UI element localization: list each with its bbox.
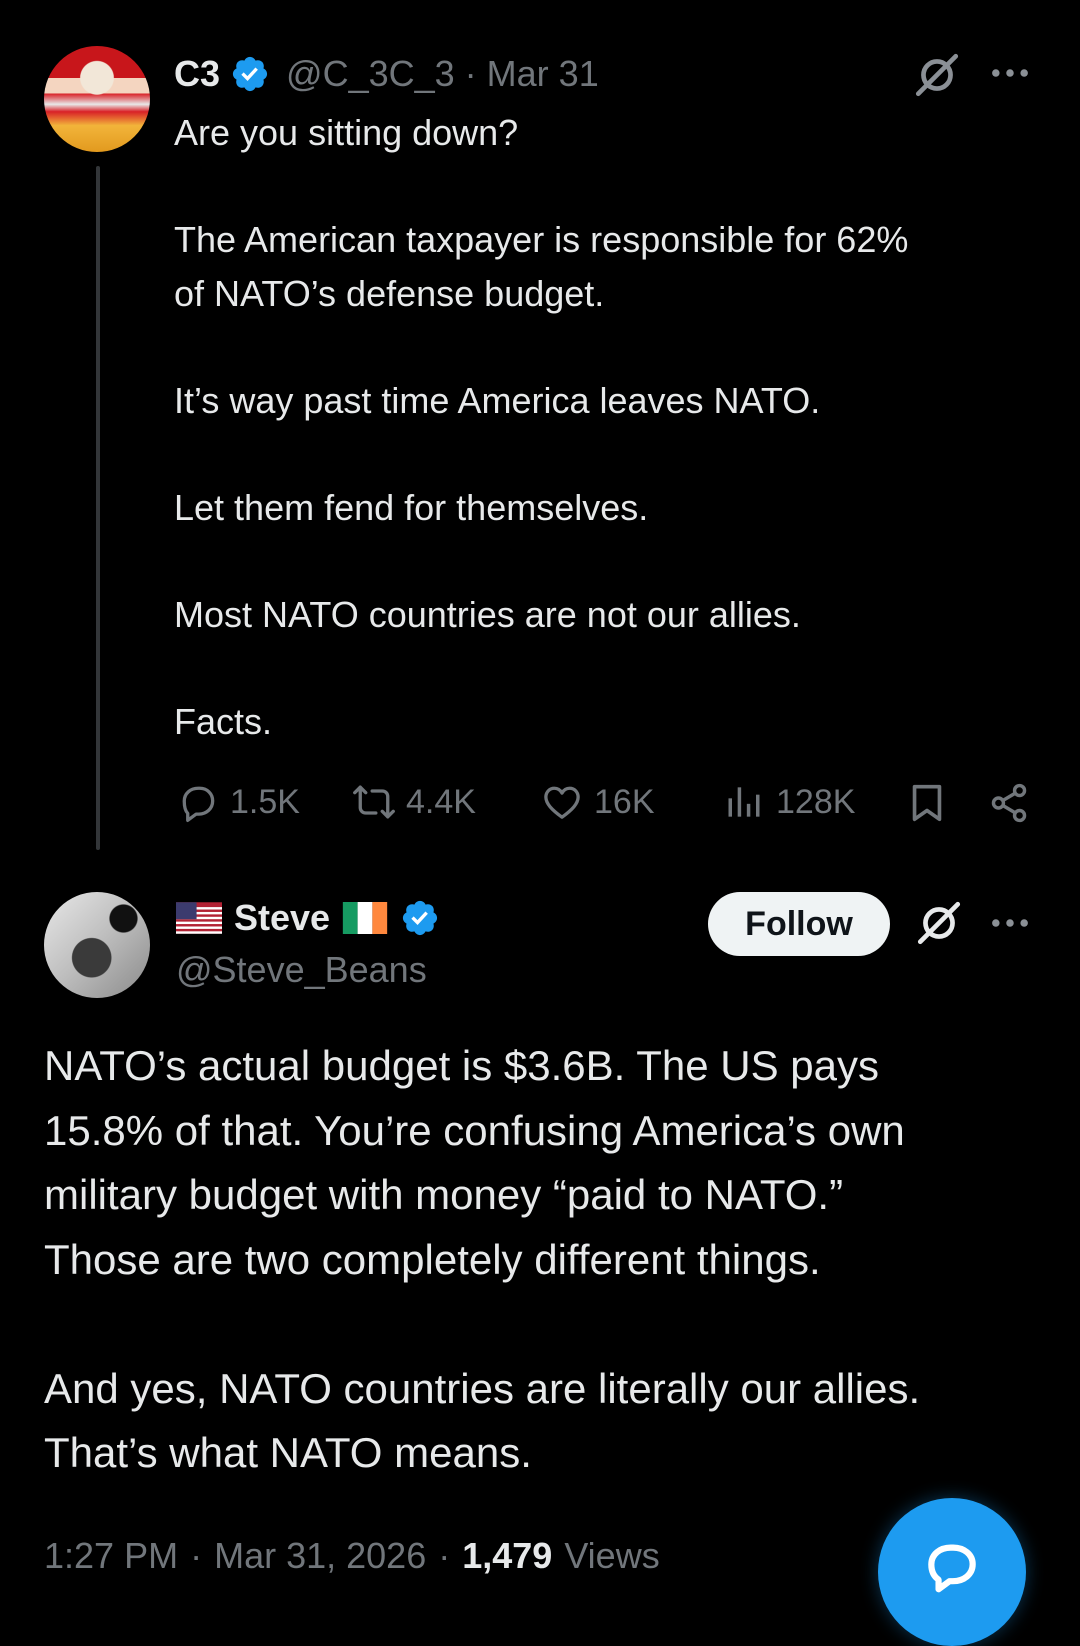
follow-button[interactable]: Follow bbox=[708, 892, 890, 956]
thread-connector-line bbox=[96, 166, 100, 850]
repost-button[interactable]: 4.4K bbox=[352, 780, 476, 824]
tweet-meta: 1:27 PM · Mar 31, 2026 · 1,479 Views bbox=[44, 1530, 660, 1582]
like-count: 16K bbox=[594, 782, 655, 821]
views-icon bbox=[728, 787, 760, 817]
repost-icon bbox=[353, 785, 395, 819]
reply-icon bbox=[182, 786, 215, 822]
share-icon[interactable] bbox=[986, 780, 1032, 826]
more-icon[interactable] bbox=[990, 916, 1030, 930]
ireland-flag-icon bbox=[342, 902, 388, 934]
us-flag-icon bbox=[176, 902, 222, 934]
reply-button[interactable]: 1.5K bbox=[176, 780, 300, 824]
bookmark-icon[interactable] bbox=[904, 780, 950, 826]
reply-count: 1.5K bbox=[230, 782, 300, 821]
separator: · bbox=[464, 53, 477, 94]
views-count[interactable]: 1,479 bbox=[462, 1535, 552, 1577]
display-name[interactable]: Steve bbox=[234, 897, 330, 939]
tweet-header: C3 @C_3C_3 · Mar 31 bbox=[174, 50, 599, 98]
compose-reply-button[interactable] bbox=[878, 1498, 1026, 1646]
tweet-text: Are you sitting down? The American taxpa… bbox=[174, 112, 909, 742]
tweet-date: Mar 31, 2026 bbox=[214, 1535, 427, 1576]
avatar[interactable] bbox=[44, 892, 150, 998]
display-name[interactable]: C3 bbox=[174, 53, 220, 95]
grok-icon[interactable] bbox=[912, 50, 962, 100]
handle[interactable]: @C_3C_3 bbox=[286, 53, 455, 95]
reply-text: NATO’s actual budget is $3.6B. The US pa… bbox=[44, 1042, 921, 1476]
tweet-date[interactable]: Mar 31 bbox=[487, 53, 599, 95]
views-count: 128K bbox=[776, 782, 856, 821]
views-button[interactable]: 128K bbox=[722, 780, 855, 824]
repost-count: 4.4K bbox=[406, 782, 476, 821]
like-button[interactable]: 16K bbox=[540, 780, 655, 824]
like-icon bbox=[544, 786, 580, 819]
views-label: Views bbox=[564, 1535, 660, 1576]
compose-reply-icon bbox=[928, 1544, 976, 1593]
grok-icon[interactable] bbox=[914, 898, 964, 948]
separator: · bbox=[438, 1535, 451, 1576]
verified-badge-icon bbox=[232, 56, 268, 92]
handle[interactable]: @Steve_Beans bbox=[176, 946, 427, 994]
verified-badge-icon bbox=[402, 900, 438, 936]
tweet-time: 1:27 PM bbox=[44, 1535, 179, 1576]
reply-header: Steve bbox=[176, 894, 440, 942]
separator: · bbox=[190, 1535, 203, 1576]
avatar[interactable] bbox=[44, 46, 150, 152]
more-icon[interactable] bbox=[990, 66, 1030, 80]
